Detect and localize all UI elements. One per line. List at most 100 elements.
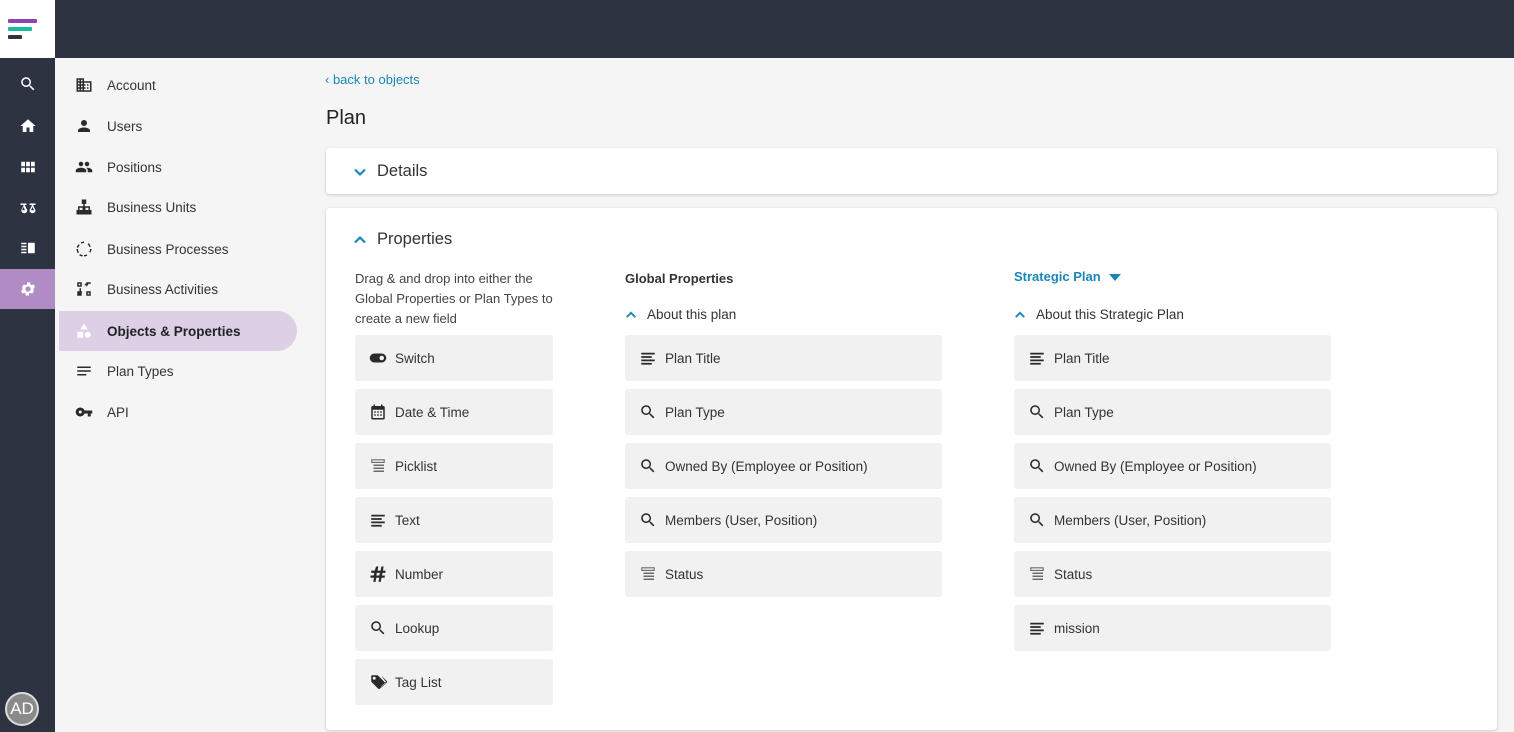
rail-scales[interactable]	[0, 188, 55, 228]
global-field-plan-title[interactable]: Plan Title	[625, 335, 942, 381]
plan-type-field-members[interactable]: Members (User, Position)	[1014, 497, 1331, 543]
plan-type-field-mission[interactable]: mission	[1014, 605, 1331, 651]
tile-label: Status	[1054, 566, 1093, 582]
tile-label: Lookup	[395, 620, 440, 636]
global-field-plan-type[interactable]: Plan Type	[625, 389, 942, 435]
rail-home[interactable]	[0, 106, 55, 146]
top-bar	[0, 0, 1514, 58]
properties-toggle[interactable]: Properties	[353, 230, 452, 249]
text-lines-icon	[369, 511, 387, 529]
search-icon	[639, 511, 657, 529]
picklist-icon	[1028, 565, 1046, 583]
plan-type-field-owned-by[interactable]: Owned By (Employee or Position)	[1014, 443, 1331, 489]
nav-item-label: Account	[107, 77, 156, 93]
text-lines-icon	[1028, 349, 1046, 367]
properties-label: Properties	[377, 230, 453, 248]
plan-type-field-status[interactable]: Status	[1014, 551, 1331, 597]
nav-item-objects-properties[interactable]: Objects & Properties	[59, 311, 297, 351]
hash-icon	[369, 565, 387, 583]
search-icon	[1028, 403, 1046, 421]
home-icon	[19, 117, 37, 135]
text-lines-icon	[1028, 619, 1046, 637]
search-icon	[1028, 457, 1046, 475]
nav-item-api[interactable]: API	[59, 392, 297, 432]
nav-item-label: Business Units	[107, 199, 197, 215]
nav-item-label: Business Activities	[107, 281, 219, 297]
chevron-up-icon	[626, 311, 636, 318]
nav-item-business-activities[interactable]: Business Activities	[59, 269, 297, 309]
field-type-tag-list[interactable]: Tag List	[355, 659, 553, 705]
nav-item-business-processes[interactable]: Business Processes	[59, 229, 297, 269]
caret-down-icon	[1108, 274, 1121, 281]
settings-nav: Account Users Positions Business Units B…	[55, 58, 305, 732]
field-type-number[interactable]: Number	[355, 551, 553, 597]
field-type-picklist[interactable]: Picklist	[355, 443, 553, 489]
plan-type-field-plan-title[interactable]: Plan Title	[1014, 335, 1331, 381]
activities-icon	[75, 280, 93, 298]
back-link-label: back to objects	[332, 72, 420, 87]
tile-label: Members (User, Position)	[1054, 512, 1207, 528]
nav-item-label: Objects & Properties	[107, 323, 241, 339]
global-field-status[interactable]: Status	[625, 551, 942, 597]
text-lines-icon	[639, 349, 657, 367]
tile-label: Date & Time	[395, 404, 470, 420]
scales-icon	[19, 199, 37, 217]
back-link[interactable]: ‹ back to objects	[325, 72, 420, 87]
building-icon	[75, 76, 93, 94]
rail-board[interactable]	[0, 228, 55, 268]
rail-apps[interactable]	[0, 147, 55, 187]
field-type-date-time[interactable]: Date & Time	[355, 389, 553, 435]
toggle-icon	[369, 349, 387, 367]
tile-label: Switch	[395, 350, 435, 366]
tag-icon	[369, 673, 387, 691]
search-icon	[369, 619, 387, 637]
rail-settings[interactable]	[0, 269, 55, 309]
calendar-icon	[369, 403, 387, 421]
drag-instructions: Drag & and drop into either the Global P…	[355, 271, 553, 326]
tile-label: mission	[1054, 620, 1100, 636]
nav-item-label: API	[107, 404, 129, 420]
global-field-owned-by[interactable]: Owned By (Employee or Position)	[625, 443, 942, 489]
picklist-icon	[369, 457, 387, 475]
global-group-toggle[interactable]: About this plan	[625, 307, 736, 322]
chevron-left-icon: ‹	[325, 72, 333, 87]
nav-item-plan-types[interactable]: Plan Types	[59, 351, 297, 391]
icon-rail	[0, 58, 55, 732]
chevron-up-icon	[354, 235, 366, 243]
chevron-down-icon	[354, 168, 366, 176]
field-type-switch[interactable]: Switch	[355, 335, 553, 381]
shapes-icon	[75, 322, 93, 340]
tile-label: Owned By (Employee or Position)	[1054, 458, 1257, 474]
global-field-members[interactable]: Members (User, Position)	[625, 497, 942, 543]
tile-label: Plan Type	[1054, 404, 1114, 420]
search-icon	[19, 75, 37, 93]
details-card: Details	[326, 148, 1497, 194]
org-chart-icon	[75, 198, 93, 216]
tile-label: Plan Type	[665, 404, 725, 420]
nav-item-positions[interactable]: Positions	[59, 147, 297, 187]
app-logo[interactable]	[0, 0, 55, 58]
search-icon	[1028, 511, 1046, 529]
page-title: Plan	[326, 107, 367, 129]
field-type-text[interactable]: Text	[355, 497, 553, 543]
nav-item-users[interactable]: Users	[59, 106, 297, 146]
rail-search[interactable]	[0, 64, 55, 104]
chevron-up-icon	[1015, 311, 1025, 318]
plan-type-group-toggle[interactable]: About this Strategic Plan	[1014, 307, 1184, 322]
nav-item-account[interactable]: Account	[59, 65, 297, 105]
cycle-icon	[75, 240, 93, 258]
field-type-lookup[interactable]: Lookup	[355, 605, 553, 651]
details-toggle[interactable]: Details	[353, 162, 427, 181]
nav-item-business-units[interactable]: Business Units	[59, 187, 297, 227]
people-icon	[75, 158, 93, 176]
nav-item-label: Positions	[107, 159, 162, 175]
user-avatar[interactable]: AD	[5, 692, 39, 726]
board-icon	[19, 239, 37, 257]
plan-type-field-plan-type[interactable]: Plan Type	[1014, 389, 1331, 435]
plan-type-selected: Strategic Plan	[1014, 269, 1101, 284]
apps-grid-icon	[19, 158, 37, 176]
plan-type-select[interactable]: Strategic Plan	[1014, 269, 1121, 284]
nav-item-label: Business Processes	[107, 241, 229, 257]
picklist-icon	[639, 565, 657, 583]
group-label: About this plan	[647, 307, 737, 322]
